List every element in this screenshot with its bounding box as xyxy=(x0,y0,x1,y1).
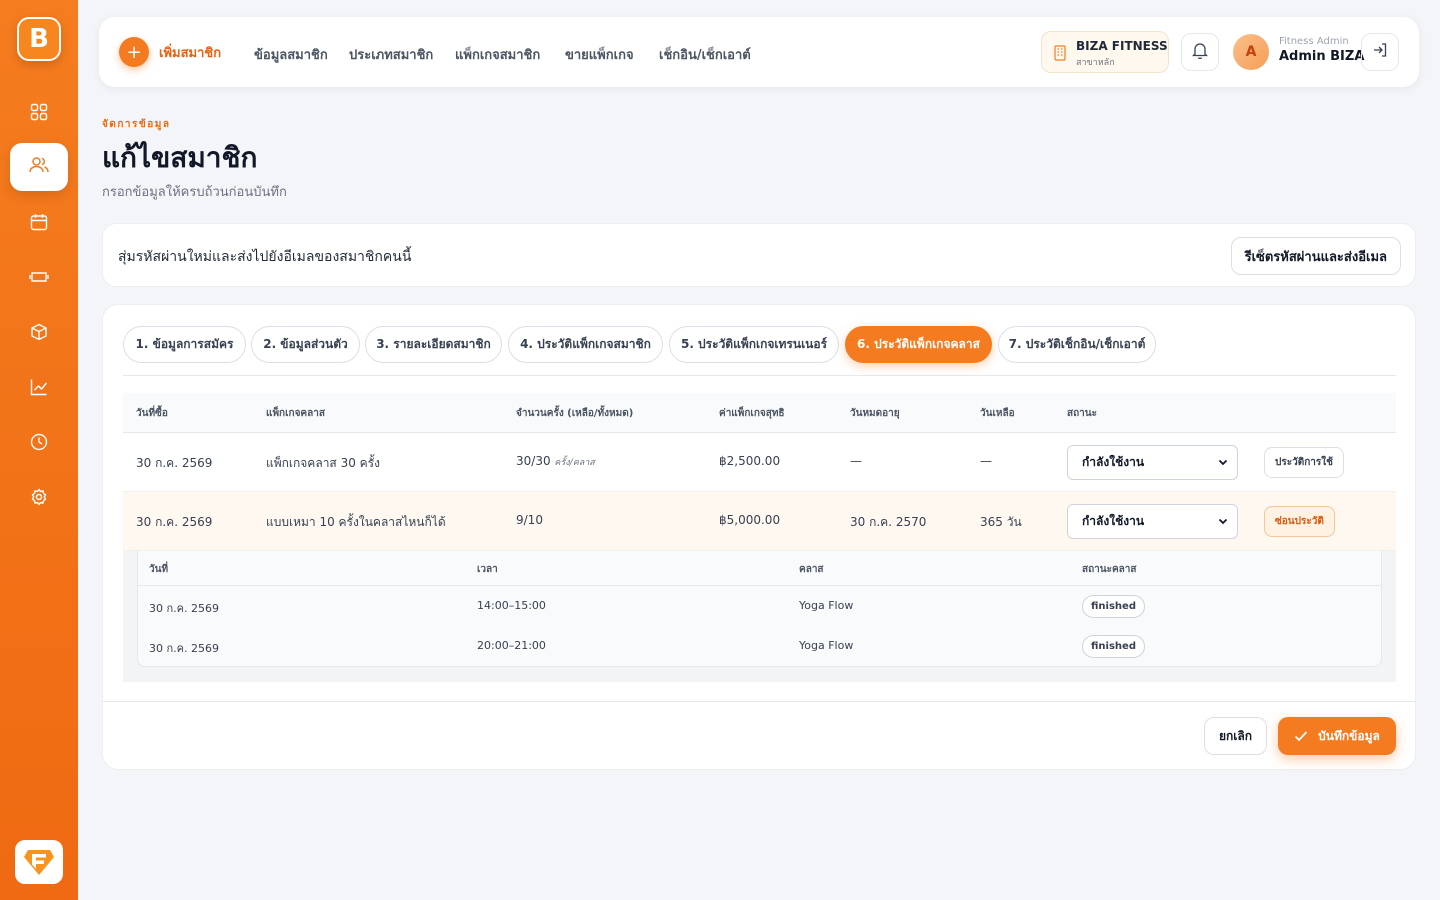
tab-divider xyxy=(123,375,1396,376)
nav-member-types[interactable]: ประเภทสมาชิก xyxy=(349,44,433,65)
nav-sell-packages[interactable]: ขายแพ็กเกจ xyxy=(565,44,634,65)
user-role: Fitness Admin xyxy=(1279,36,1349,47)
table-row: 30 ก.ค. 2569 แบบเหมา 10 ครั้งในคลาสไหนก็… xyxy=(123,492,1396,551)
sidebar: B xyxy=(0,0,78,900)
ticket-icon[interactable] xyxy=(24,262,54,292)
check-icon xyxy=(1295,731,1308,742)
tab-member-details[interactable]: 3. รายละเอียดสมาชิก xyxy=(365,326,502,363)
avatar[interactable]: A xyxy=(1233,34,1269,70)
reset-password-text: สุ่มรหัสผ่านใหม่และส่งไปยังอีเมลของสมาชิ… xyxy=(118,249,412,265)
hide-history-button[interactable]: ซ่อนประวัติ xyxy=(1264,506,1335,537)
status-badge: finished xyxy=(1082,595,1145,618)
page-eyebrow: จัดการข้อมูล xyxy=(102,119,171,130)
branch-selector[interactable]: BIZA FITNESS สาขาหลัก xyxy=(1041,31,1169,73)
brand-logo[interactable]: B xyxy=(17,17,61,61)
nav-member-info[interactable]: ข้อมูลสมาชิก xyxy=(254,44,328,65)
tab-member-package-history[interactable]: 4. ประวัติแพ็กเกจสมาชิก xyxy=(508,326,663,363)
settings-icon[interactable] xyxy=(24,482,54,512)
user-name: Admin BIZA xyxy=(1279,49,1365,64)
sidebar-item-members[interactable] xyxy=(10,143,68,191)
calendar-icon[interactable] xyxy=(24,207,54,237)
app-logo xyxy=(15,840,63,884)
member-edit-card: 1. ข้อมูลการสมัคร 2. ข้อมูลส่วนตัว 3. รา… xyxy=(102,304,1416,770)
nav-member-packages[interactable]: แพ็กเกจสมาชิก xyxy=(455,44,540,65)
page-subtitle: กรอกข้อมูลให้ครบถ้วนก่อนบันทึก xyxy=(102,185,287,200)
tab-personal-info[interactable]: 2. ข้อมูลส่วนตัว xyxy=(251,326,360,363)
tab-trainer-package-history[interactable]: 5. ประวัติแพ็กเกจเทรนเนอร์ xyxy=(669,326,839,363)
status-select[interactable]: กำลังใช้งาน xyxy=(1067,504,1238,539)
clock-icon[interactable] xyxy=(24,427,54,457)
users-icon xyxy=(29,156,49,178)
tab-class-package-history[interactable]: 6. ประวัติแพ็กเกจคลาส xyxy=(845,326,992,363)
building-icon xyxy=(1054,45,1066,65)
reset-password-card: สุ่มรหัสผ่านใหม่และส่งไปยังอีเมลของสมาชิ… xyxy=(102,223,1416,287)
table-row: 30 ก.ค. 2569 แพ็กเกจคลาส 30 ครั้ง 30/30 … xyxy=(123,433,1396,492)
page-title: แก้ไขสมาชิก xyxy=(102,141,258,174)
grid-icon[interactable] xyxy=(24,97,54,127)
tab-registration[interactable]: 1. ข้อมูลการสมัคร xyxy=(123,326,246,363)
topbar: + เพิ่มสมาชิก ข้อมูลสมาชิก ประเภทสมาชิก … xyxy=(99,17,1419,87)
status-badge: finished xyxy=(1082,635,1145,658)
chart-icon[interactable] xyxy=(24,372,54,402)
usage-history-panel: วันที่ เวลา คลาส สถานะคลาส 30 ก.ค. 2569 … xyxy=(123,551,1396,682)
logout-icon xyxy=(1372,42,1388,62)
cancel-button[interactable]: ยกเลิก xyxy=(1204,717,1267,755)
usage-history-table: วันที่ เวลา คลาส สถานะคลาส 30 ก.ค. 2569 … xyxy=(137,551,1382,667)
chevron-down-icon xyxy=(1217,515,1229,530)
usage-history-button[interactable]: ประวัติการใช้ xyxy=(1264,447,1344,478)
reset-password-button[interactable]: รีเซ็ตรหัสผ่านและส่งอีเมล xyxy=(1230,237,1401,275)
usage-table-header: วันที่ เวลา คลาส สถานะคลาส xyxy=(138,551,1381,586)
add-member-button[interactable]: + เพิ่มสมาชิก xyxy=(119,37,221,67)
plus-icon: + xyxy=(119,37,149,67)
notifications-button[interactable] xyxy=(1181,33,1219,71)
nav-checkin-checkout[interactable]: เช็กอิน/เช็กเอาต์ xyxy=(659,44,751,65)
footer-divider xyxy=(103,701,1415,702)
status-select[interactable]: กำลังใช้งาน xyxy=(1067,445,1238,480)
box-icon[interactable] xyxy=(24,317,54,347)
save-button[interactable]: บันทึกข้อมูล xyxy=(1278,717,1396,755)
tab-checkin-history[interactable]: 7. ประวัติเช็กอิน/เช็กเอาต์ xyxy=(998,326,1156,363)
bell-icon xyxy=(1191,42,1209,63)
table-header: วันที่ซื้อ แพ็กเกจคลาส จำนวนครั้ง (เหลือ… xyxy=(123,393,1396,433)
chevron-down-icon xyxy=(1217,456,1229,471)
logout-button[interactable] xyxy=(1361,33,1399,71)
